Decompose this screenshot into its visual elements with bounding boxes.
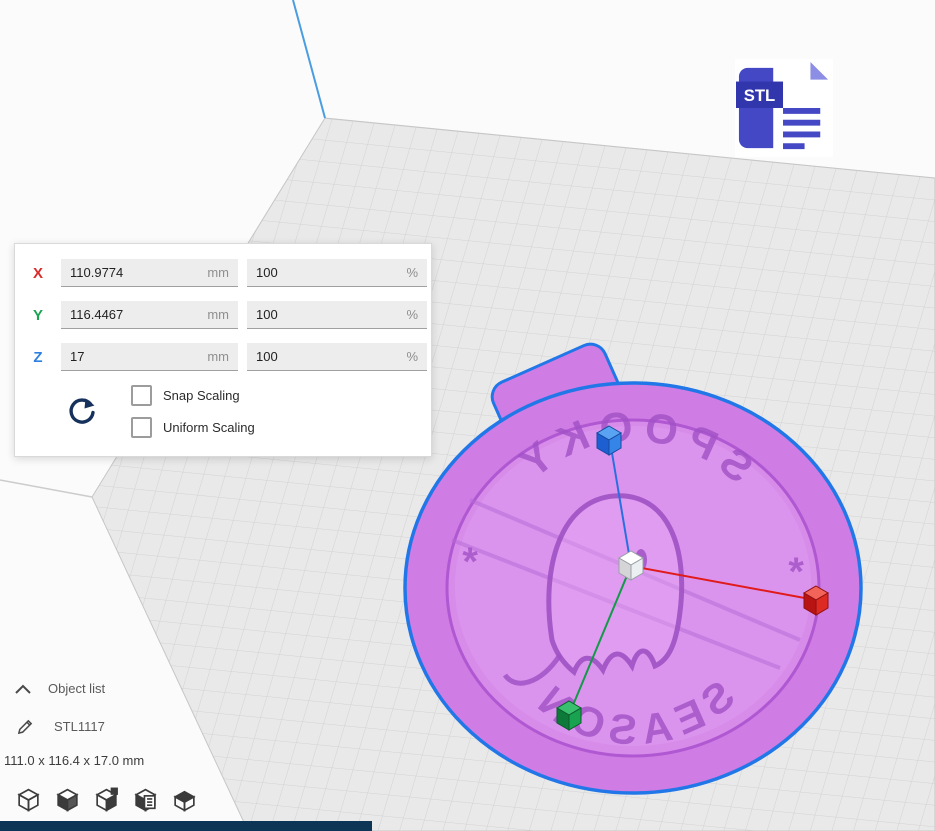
- z-axis-label: Z: [15, 349, 61, 366]
- stl-file-glyph: STL: [736, 60, 832, 156]
- chevron-up-icon: [14, 682, 32, 696]
- snap-scaling-option[interactable]: Snap Scaling: [131, 385, 255, 406]
- 3d-viewport[interactable]: SPOOKY SEASON * *: [0, 0, 935, 831]
- x-size-unit: mm: [207, 265, 238, 280]
- y-axis-label: Y: [15, 307, 61, 324]
- z-size-input[interactable]: [61, 349, 207, 364]
- reset-icon: [65, 395, 99, 429]
- scale-tool-panel: X mm % Y mm % Z mm: [14, 243, 432, 457]
- object-list-label: Object list: [48, 681, 105, 696]
- x-size-input[interactable]: [61, 265, 207, 280]
- stl-file-label: STL: [744, 86, 775, 105]
- per-model-settings-icon[interactable]: [170, 786, 198, 816]
- model-star-right: *: [462, 540, 478, 584]
- scale-row-y: Y mm %: [15, 301, 429, 329]
- z-size-unit: mm: [207, 349, 238, 364]
- reset-scale-button[interactable]: [65, 395, 99, 429]
- bottom-bar: [0, 821, 372, 831]
- model-dimensions: 111.0 x 116.4 x 17.0 mm: [4, 753, 144, 768]
- pencil-icon: [17, 718, 34, 735]
- z-scale-handle[interactable]: [597, 426, 621, 455]
- uniform-scaling-label: Uniform Scaling: [163, 420, 255, 435]
- mirror-tool-icon[interactable]: [131, 786, 159, 816]
- tool-toolbar: [14, 786, 198, 816]
- object-list-toggle[interactable]: Object list: [14, 681, 105, 696]
- center-scale-handle[interactable]: [619, 551, 643, 580]
- stl-file-icon[interactable]: STL: [735, 59, 833, 157]
- y-percent-unit: %: [406, 307, 427, 322]
- scale-row-x: X mm %: [15, 259, 429, 287]
- y-percent-input[interactable]: [247, 307, 406, 322]
- scale-row-z: Z mm %: [15, 343, 429, 371]
- model-star-left: *: [788, 550, 804, 594]
- object-list-item[interactable]: STL1117: [17, 718, 105, 735]
- uniform-scaling-option[interactable]: Uniform Scaling: [131, 417, 255, 438]
- uniform-scaling-checkbox[interactable]: [131, 417, 152, 438]
- y-size-unit: mm: [207, 307, 238, 322]
- scale-tool-icon[interactable]: [53, 786, 81, 816]
- x-percent-unit: %: [406, 265, 427, 280]
- snap-scaling-label: Snap Scaling: [163, 388, 240, 403]
- x-axis-label: X: [15, 265, 61, 282]
- y-scale-handle[interactable]: [557, 701, 581, 730]
- rotate-tool-icon[interactable]: [92, 786, 120, 816]
- move-tool-icon[interactable]: [14, 786, 42, 816]
- z-percent-unit: %: [406, 349, 427, 364]
- z-percent-input[interactable]: [247, 349, 406, 364]
- object-name: STL1117: [54, 719, 105, 734]
- y-size-input[interactable]: [61, 307, 207, 322]
- x-scale-handle[interactable]: [804, 586, 828, 615]
- snap-scaling-checkbox[interactable]: [131, 385, 152, 406]
- x-percent-input[interactable]: [247, 265, 406, 280]
